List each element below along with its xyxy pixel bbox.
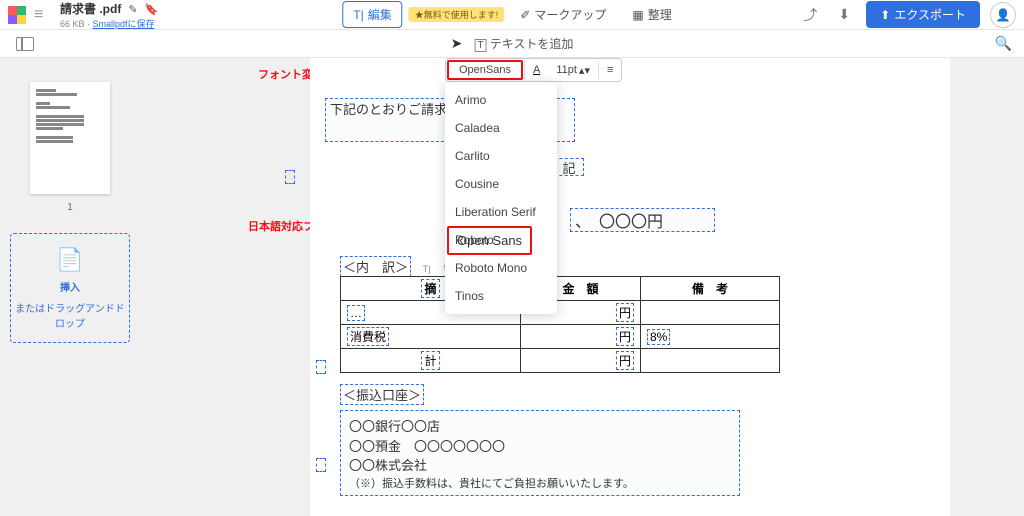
menu-icon[interactable]: ≡ (34, 6, 50, 24)
insert-page-dropzone[interactable]: 📄 挿入 またはドラッグアンドドロップ (10, 233, 130, 343)
insert-page-icon: 📄 (56, 247, 83, 273)
font-option-liberation[interactable]: Liberation Serif (445, 198, 557, 226)
edit-toolbar: ➤ T テキストを追加 🔍 (0, 30, 1024, 58)
th-remarks: 備 考 (641, 277, 780, 301)
table-row: … 円 (341, 301, 780, 325)
align-button[interactable]: ≡ (599, 64, 621, 76)
cell-dots[interactable]: … (347, 305, 365, 321)
top-right-tools: ⤴ ⬇ ⬆ エクスポート 👤 (798, 1, 1016, 28)
font-toolbar: OpenSans A 11pt▴▾ ≡ (445, 58, 622, 82)
save-link[interactable]: Smallpdfに保存 (93, 19, 155, 29)
add-text-tool[interactable]: T テキストを追加 (474, 35, 573, 52)
panel-toggle-icon[interactable] (16, 37, 34, 51)
selection-marker-1[interactable] (285, 170, 295, 184)
document-page: 下記のとおりご請求 記 、 〇〇〇円 ＜内 訳＞ T| 🗑 摘 金 額 備 考 (310, 58, 950, 516)
heading-account: ＜振込口座＞ (340, 384, 424, 405)
heading-breakdown: ＜内 訳＞ T| 🗑 (340, 256, 454, 277)
font-option-caladea[interactable]: Caladea (445, 114, 557, 142)
upload-icon: ⬆ (880, 8, 890, 22)
font-option-tinos[interactable]: Tinos (445, 282, 557, 310)
text-block-bank[interactable]: 〇〇銀行〇〇店 〇〇預金 〇〇〇〇〇〇〇 〇〇株式会社 （※）振込手数料は、貴社… (340, 410, 740, 496)
align-icon: ≡ (607, 64, 613, 76)
stepper-icon: ▴▾ (579, 64, 590, 77)
font-option-robotomono[interactable]: Roboto Mono (445, 254, 557, 282)
table-row: 摘 金 額 備 考 (341, 277, 780, 301)
tab-edit[interactable]: T| 編集 (342, 1, 402, 28)
file-info: 請求書 .pdf ✎ 🔖 66 KB · Smallpdfに保存 (60, 0, 158, 30)
markup-icon: ✐ (520, 8, 530, 22)
font-family-button[interactable]: OpenSans (447, 60, 523, 80)
th-summary: 摘 (421, 279, 439, 298)
file-title: 請求書 .pdf (60, 2, 121, 16)
page-thumbnail-1[interactable] (30, 82, 110, 194)
rename-icon[interactable]: ✎ (128, 4, 137, 16)
cursor-tool-icon[interactable]: ➤ (451, 35, 463, 52)
cell-tax[interactable]: 消費税 (347, 327, 389, 346)
table-row: 消費税 円 8% (341, 325, 780, 349)
page-number: 1 (67, 202, 73, 213)
favorite-icon[interactable]: 🔖 (145, 4, 159, 16)
cell-taxpct[interactable]: 8% (647, 329, 670, 345)
font-color-button[interactable]: A (525, 64, 548, 76)
selection-marker-3[interactable] (316, 458, 326, 472)
thumbnail-sidebar: 1 📄 挿入 またはドラッグアンドドロップ (0, 58, 140, 516)
font-option-carlito[interactable]: Carlito (445, 142, 557, 170)
export-button[interactable]: ⬆ エクスポート (866, 1, 980, 28)
font-option-arimo[interactable]: Arimo (445, 86, 557, 114)
user-icon: 👤 (996, 8, 1011, 22)
text-block-amount[interactable]: 、 〇〇〇円 (570, 208, 715, 232)
trial-badge[interactable]: ★無料で使用します! (409, 7, 505, 22)
font-size-stepper[interactable]: 11pt▴▾ (548, 64, 598, 77)
share-icon[interactable]: ⤴ (798, 3, 822, 27)
account-button[interactable]: 👤 (990, 2, 1016, 28)
page-canvas[interactable]: フォント変更ボタンを押下 日本語対応フォントを選択 下記のとおりご請求 記 、 … (140, 58, 1024, 516)
app-logo (8, 6, 26, 24)
organize-icon: ▦ (632, 8, 643, 22)
font-color-icon: A (533, 64, 540, 76)
cell-total[interactable]: 計 (421, 351, 439, 370)
font-option-opensans[interactable]: Open Sans (447, 226, 532, 255)
tab-organize[interactable]: ▦ 整理 (622, 2, 681, 27)
search-icon[interactable]: 🔍 (995, 35, 1012, 52)
font-option-cousine[interactable]: Cousine (445, 170, 557, 198)
tab-markup[interactable]: ✐ マークアップ (510, 2, 616, 27)
table-row: 計 円 (341, 349, 780, 373)
text-tool-icon: T| (423, 264, 431, 274)
text-block-rec[interactable]: 記 (554, 158, 584, 176)
cell-yen[interactable]: 円 (616, 303, 634, 322)
mode-tabs: T| 編集 ★無料で使用します! ✐ マークアップ ▦ 整理 (342, 1, 681, 28)
edit-icon: T| (353, 8, 363, 22)
file-meta: 66 KB · Smallpdfに保存 (60, 19, 155, 29)
selection-marker-2[interactable] (316, 360, 326, 374)
top-bar: ≡ 請求書 .pdf ✎ 🔖 66 KB · Smallpdfに保存 T| 編集… (0, 0, 1024, 30)
textbox-icon: T (474, 39, 486, 52)
breakdown-table: 摘 金 額 備 考 … 円 消費税 円 8% 計 円 (340, 276, 780, 373)
font-family-dropdown: Arimo Caladea Carlito Cousine Liberation… (445, 82, 557, 314)
download-icon[interactable]: ⬇ (832, 3, 856, 27)
